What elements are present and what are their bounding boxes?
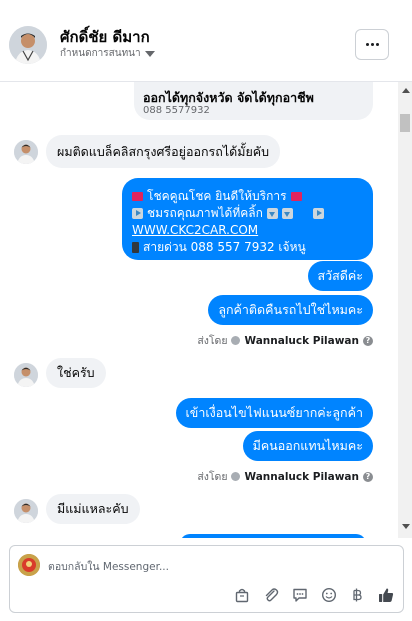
outgoing-message-partial [180, 534, 366, 538]
conversation-menu-label: กำหนดการสนทนา [60, 48, 141, 59]
phone-emoji-icon [132, 242, 139, 253]
sent-by-note: ส่งโดย Wannaluck Pilawan ? [197, 332, 373, 349]
play-emoji-icon [132, 208, 143, 219]
verified-icon [231, 472, 241, 481]
outgoing-message: ลูกค้าติดคืนรถไปใช่ไหมคะ [208, 295, 373, 325]
message-thread[interactable]: ออกได้ทุกจังหวัด จัดได้ทุกอาชีพ 088 5577… [0, 82, 398, 538]
customer-avatar [14, 140, 38, 164]
outgoing-message: สวัสดีค่ะ [307, 261, 373, 291]
reply-input[interactable]: ตอบกลับใน Messenger... [48, 558, 169, 575]
verified-icon [231, 336, 241, 345]
mail-emoji-icon [132, 192, 143, 201]
conversation-menu[interactable]: กำหนดการสนทนา [60, 46, 155, 61]
customer-avatar [14, 499, 38, 523]
incoming-message: ใช่ครับ [46, 358, 106, 388]
website-link[interactable]: WWW.CKC2CAR.COM [132, 222, 258, 239]
conversation-header: ศักดิ์ชัย ดีมาก กำหนดการสนทนา [0, 0, 412, 82]
more-options-button[interactable] [355, 29, 389, 60]
bag-icon[interactable] [233, 586, 251, 604]
customer-avatar [14, 363, 38, 387]
down-arrow-emoji-icon [266, 208, 278, 219]
like-icon[interactable] [377, 586, 395, 604]
help-icon[interactable]: ? [363, 335, 373, 346]
page-avatar [18, 554, 40, 576]
reply-composer: ตอบกลับใน Messenger... [9, 545, 404, 613]
sender-name[interactable]: Wannaluck Pilawan [244, 471, 359, 483]
more-dots-icon [365, 43, 369, 46]
play-emoji-icon [312, 208, 324, 219]
baht-icon[interactable] [348, 586, 366, 604]
outgoing-message: โชคคูณโชค ยินดีให้บริการ ชมรถคุณภาพได้ที… [122, 178, 373, 260]
outgoing-message: เข้าเงื่อนไขไฟแนนซ์ยากค่ะลูกค้า [175, 398, 373, 428]
scroll-down-icon[interactable] [402, 524, 410, 529]
shared-post-card[interactable]: ออกได้ทุกจังหวัด จัดได้ทุกอาชีพ 088 5577… [134, 82, 373, 120]
thread-scrollbar[interactable] [398, 82, 412, 538]
emoji-icon[interactable] [320, 586, 338, 604]
saved-reply-icon[interactable] [291, 586, 309, 604]
scrollbar-thumb[interactable] [400, 114, 410, 132]
sender-name[interactable]: Wannaluck Pilawan [244, 335, 359, 347]
attachment-icon[interactable] [262, 586, 280, 604]
sent-by-note: ส่งโดย Wannaluck Pilawan ? [197, 468, 373, 485]
outgoing-message: มีคนออกแทนไหมคะ [242, 431, 373, 461]
caret-down-icon [144, 50, 155, 57]
card-phone: 088 5577932 [143, 105, 210, 116]
help-icon[interactable]: ? [363, 471, 373, 482]
incoming-message: มีแม่แหละคับ [46, 494, 140, 524]
mail-emoji-icon [290, 192, 302, 201]
contact-avatar[interactable] [9, 26, 47, 64]
incoming-message: ผมติดแบล็คลิสกรุงศรีอยู่ออกรถได้มั้ยคับ [46, 135, 281, 168]
scroll-up-icon[interactable] [402, 88, 410, 93]
down-arrow-emoji-icon [281, 208, 293, 219]
